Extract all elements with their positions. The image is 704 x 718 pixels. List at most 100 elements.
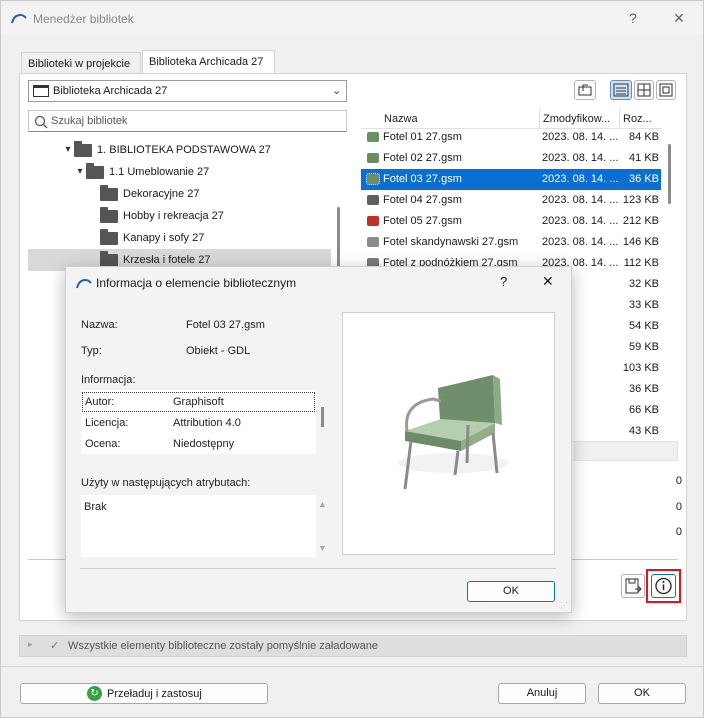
file-date: 2023. 08. 14. ... bbox=[542, 194, 619, 206]
file-size: 32 KB bbox=[629, 278, 659, 290]
preview-view-button[interactable] bbox=[656, 80, 676, 100]
dialog-title: Informacja o elemencie bibliotecznym bbox=[96, 276, 297, 290]
file-row[interactable]: Fotel 02 27.gsm 2023. 08. 14. ... 41 KB bbox=[361, 148, 661, 169]
save-export-icon bbox=[625, 578, 642, 594]
file-size: 123 KB bbox=[622, 194, 659, 206]
tree-label: Dekoracyjne 27 bbox=[123, 188, 200, 200]
list-view-button[interactable] bbox=[610, 80, 632, 100]
file-size: 33 KB bbox=[629, 299, 659, 311]
used-in-value: Brak bbox=[84, 501, 107, 513]
file-name: Fotel 04 27.gsm bbox=[383, 194, 462, 206]
reload-icon: ↻ bbox=[87, 686, 102, 701]
folder-up-icon bbox=[578, 84, 592, 96]
file-list-footer bbox=[574, 441, 678, 461]
info-scrollbar[interactable] bbox=[321, 407, 324, 427]
tree-item-furniture[interactable]: ▾ 1.1 Umeblowanie 27 bbox=[74, 161, 209, 183]
ok-button[interactable]: OK bbox=[598, 683, 686, 704]
column-size[interactable]: Roz... bbox=[619, 109, 652, 129]
tree-item-hobby[interactable]: Hobby i rekreacja 27 bbox=[100, 205, 224, 227]
title-bar: Menedżer bibliotek ? ✕ bbox=[1, 1, 703, 35]
column-name[interactable]: Nazwa bbox=[384, 109, 418, 129]
scroll-down-icon[interactable]: ▼ bbox=[318, 543, 327, 553]
armchair-preview-image bbox=[398, 375, 508, 490]
export-button[interactable] bbox=[621, 574, 645, 598]
divider bbox=[1, 666, 703, 667]
info-button[interactable] bbox=[651, 574, 676, 598]
column-modified[interactable]: Zmodyfikow... bbox=[539, 109, 610, 129]
file-size: 43 KB bbox=[629, 425, 659, 437]
library-select[interactable]: Biblioteka Archicada 27 ⌄ bbox=[28, 80, 347, 102]
close-button[interactable]: ✕ bbox=[669, 9, 689, 27]
file-date: 2023. 08. 14. ... bbox=[542, 173, 619, 185]
info-icon bbox=[655, 577, 672, 595]
archicad-logo-icon bbox=[11, 14, 27, 24]
scroll-up-icon[interactable]: ▲ bbox=[318, 499, 327, 509]
grid-view-button[interactable] bbox=[634, 80, 654, 100]
file-list-header: Nazwa Zmodyfikow... Roz... bbox=[361, 109, 661, 129]
file-size: 212 KB bbox=[622, 215, 659, 227]
tree-item-sofas[interactable]: Kanapy i sofy 27 bbox=[100, 227, 204, 249]
tab-archicad-library[interactable]: Biblioteka Archicada 27 bbox=[142, 50, 275, 74]
folder-icon bbox=[74, 140, 92, 157]
type-label: Typ: bbox=[81, 345, 102, 357]
library-select-value: Biblioteka Archicada 27 bbox=[53, 85, 168, 97]
file-date: 2023. 08. 14. ... bbox=[542, 131, 619, 143]
file-row[interactable]: Fotel 05 27.gsm 2023. 08. 14. ... 212 KB bbox=[361, 211, 661, 232]
file-size: 103 KB bbox=[622, 362, 659, 374]
info-key: Ocena: bbox=[85, 438, 121, 450]
armchair-icon bbox=[367, 195, 379, 206]
status-text: Wszystkie elementy biblioteczne zostały … bbox=[68, 640, 378, 652]
info-label: Informacja: bbox=[81, 374, 136, 386]
tab-project-libraries[interactable]: Biblioteki w projekcie bbox=[21, 52, 141, 74]
grid-view-icon bbox=[637, 83, 651, 97]
file-name: Fotel 02 27.gsm bbox=[383, 152, 462, 164]
file-row[interactable]: Fotel 01 27.gsm 2023. 08. 14. ... 84 KB bbox=[361, 127, 661, 148]
tree-label: Krzesła i fotele 27 bbox=[123, 254, 211, 266]
file-date: 2023. 08. 14. ... bbox=[542, 152, 619, 164]
expand-icon[interactable]: ▸ bbox=[28, 639, 33, 650]
tree-label: Kanapy i sofy 27 bbox=[123, 232, 205, 244]
tree-label: 1. BIBLIOTEKA PODSTAWOWA 27 bbox=[97, 144, 271, 156]
file-size: 41 KB bbox=[629, 152, 659, 164]
used-in-list: Brak bbox=[81, 495, 316, 557]
up-folder-button[interactable] bbox=[574, 80, 596, 100]
search-input[interactable]: Szukaj bibliotek bbox=[28, 110, 347, 132]
divider bbox=[80, 568, 556, 569]
file-size: 112 KB bbox=[623, 257, 659, 269]
type-value: Obiekt - GDL bbox=[186, 345, 251, 357]
armchair-icon bbox=[367, 237, 379, 248]
file-row[interactable]: Fotel skandynawski 27.gsm 2023. 08. 14. .… bbox=[361, 232, 661, 253]
name-label: Nazwa: bbox=[81, 319, 118, 331]
armchair-icon bbox=[367, 153, 379, 164]
preview-view-icon bbox=[659, 83, 673, 97]
folder-icon bbox=[100, 250, 118, 267]
file-size: 59 KB bbox=[629, 341, 659, 353]
folder-icon bbox=[86, 162, 104, 179]
dialog-close-button[interactable]: ✕ bbox=[542, 273, 554, 290]
dialog-ok-button[interactable]: OK bbox=[467, 581, 555, 602]
dialog-help-button[interactable]: ? bbox=[500, 274, 507, 289]
resize-grip-icon[interactable]: ⋰ bbox=[560, 601, 568, 610]
list-view-icon bbox=[613, 83, 629, 97]
tree-item-decorative[interactable]: Dekoracyjne 27 bbox=[100, 183, 199, 205]
file-row[interactable]: Fotel 03 27.gsm 2023. 08. 14. ... 36 KB bbox=[361, 169, 661, 190]
folder-icon bbox=[100, 206, 118, 223]
count-value: 0 bbox=[675, 475, 682, 487]
file-date: 2023. 08. 14. ... bbox=[542, 215, 619, 227]
folder-icon bbox=[100, 184, 118, 201]
chevron-down-icon: ⌄ bbox=[332, 85, 342, 97]
reload-apply-button[interactable]: ↻ Przeładuj i zastosuj bbox=[20, 683, 268, 704]
tree-item-root[interactable]: ▾ 1. BIBLIOTEKA PODSTAWOWA 27 bbox=[62, 139, 271, 161]
used-in-label: Użyty w następujących atrybutach: bbox=[81, 477, 251, 489]
info-key: Autor: bbox=[85, 396, 115, 408]
armchair-icon bbox=[367, 216, 379, 227]
search-placeholder: Szukaj bibliotek bbox=[51, 115, 128, 127]
info-value: Niedostępny bbox=[173, 438, 235, 450]
info-key: Licencja: bbox=[85, 417, 129, 429]
help-button[interactable]: ? bbox=[623, 9, 643, 27]
file-row[interactable]: Fotel 04 27.gsm 2023. 08. 14. ... 123 KB bbox=[361, 190, 661, 211]
check-icon: ✓ bbox=[50, 640, 60, 652]
file-list-scrollbar[interactable] bbox=[668, 144, 671, 204]
cancel-button[interactable]: Anuluj bbox=[498, 683, 586, 704]
file-size: 54 KB bbox=[629, 320, 659, 332]
